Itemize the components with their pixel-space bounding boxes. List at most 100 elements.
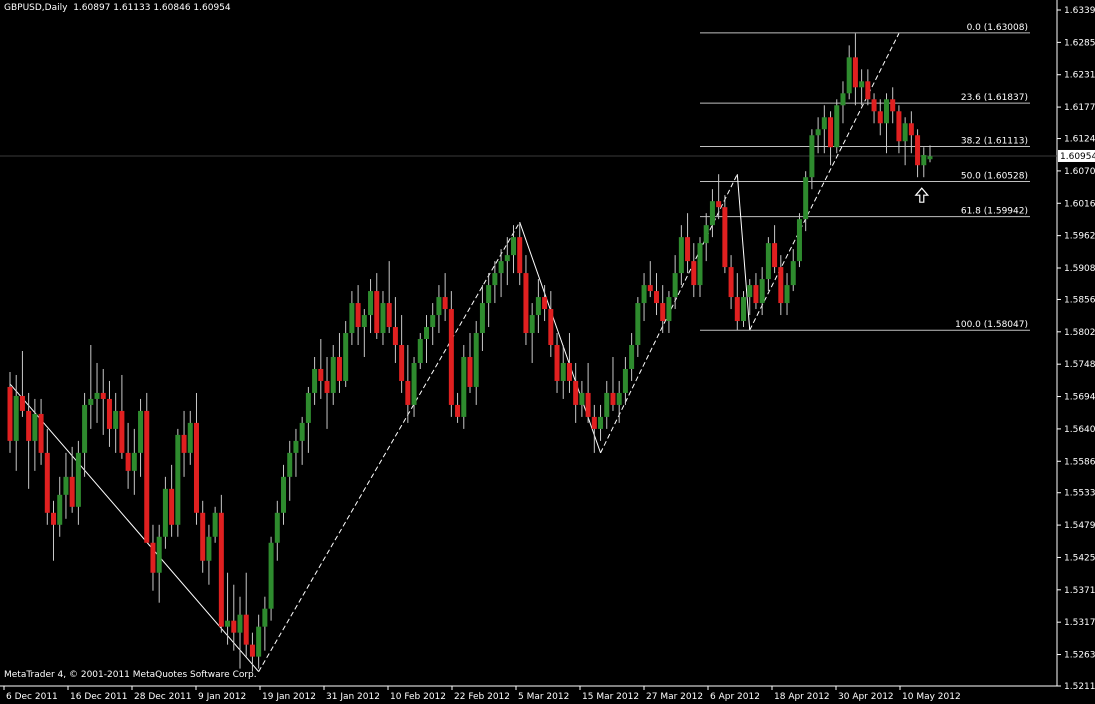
candle-body — [212, 512, 218, 537]
y-tick-label: 1.58560 — [1064, 295, 1095, 305]
candle-body — [430, 315, 436, 328]
candle-body — [231, 620, 237, 633]
candle-body — [249, 644, 255, 657]
candle-body — [461, 356, 467, 417]
candlestick-chart[interactable]: 1.63390 1.62850 1.62310 1.61770 1.61245 1.607… — [0, 0, 1095, 704]
candle-body — [57, 494, 63, 525]
candle-body — [685, 237, 691, 262]
candle-body — [560, 362, 566, 381]
candle-body — [94, 392, 100, 399]
candle-body — [287, 452, 293, 477]
candle-body — [542, 297, 548, 310]
candle-body — [237, 614, 243, 633]
candle-body — [193, 422, 199, 513]
y-tick-label: 1.62850 — [1064, 38, 1095, 48]
y-tick-label: 1.63390 — [1064, 6, 1095, 16]
candle-body — [840, 93, 846, 106]
candle-body — [716, 201, 722, 208]
candle-body — [890, 99, 896, 112]
candle-body — [585, 392, 591, 417]
candle-body — [82, 404, 88, 453]
candle-body — [69, 476, 75, 507]
candle-body — [318, 368, 324, 381]
y-tick-label: 1.59085 — [1064, 264, 1095, 274]
candle-body — [144, 410, 150, 543]
candle-body — [573, 380, 579, 405]
candle-body — [610, 392, 616, 405]
candle-body — [243, 614, 249, 645]
y-tick-label: 1.56940 — [1064, 393, 1095, 403]
candle-body — [598, 416, 604, 429]
x-tick-label: 6 Dec 2011 — [6, 692, 58, 702]
candle-body — [741, 297, 747, 322]
candle-body — [591, 416, 597, 429]
candle-body — [293, 440, 299, 453]
candle-body — [113, 410, 119, 429]
candle-body — [747, 285, 753, 298]
candle-body — [734, 297, 740, 322]
candle-body — [635, 303, 641, 346]
y-tick-label: 1.55335 — [1064, 489, 1095, 499]
candle-body — [566, 362, 572, 381]
y-tick-label: 1.54255 — [1064, 553, 1095, 563]
candle-body — [709, 201, 715, 226]
candle-body — [871, 99, 877, 112]
candle-body — [772, 243, 778, 268]
candle-body — [678, 237, 684, 274]
y-tick-label: 1.59625 — [1064, 232, 1095, 242]
candle-body — [218, 512, 224, 627]
candle-body — [548, 309, 554, 346]
candle-body — [784, 285, 790, 304]
candle-body — [834, 105, 840, 148]
candle-body — [660, 303, 666, 322]
candle-body — [492, 273, 498, 286]
candle-body — [349, 303, 355, 334]
current-price-label: 1.60954 — [1060, 152, 1095, 162]
y-tick-label: 1.53175 — [1064, 618, 1095, 628]
candle-body — [274, 512, 280, 543]
candle-body — [473, 333, 479, 387]
up-arrow-icon — [914, 187, 930, 203]
candle-body — [479, 303, 485, 334]
candle-body — [554, 345, 560, 381]
candle-body — [442, 297, 448, 310]
candle-body — [511, 237, 517, 256]
candle-body — [498, 261, 504, 274]
candle-body — [169, 488, 175, 525]
candle-body — [417, 339, 423, 363]
candle-body — [324, 380, 330, 393]
fib-level-label: 50.0 (1.60528) — [961, 172, 1028, 182]
candle-body — [106, 398, 112, 429]
candle-body — [374, 291, 380, 334]
candle-body — [368, 291, 374, 316]
candle-body — [883, 99, 889, 124]
y-tick-label: 1.58020 — [1064, 328, 1095, 338]
x-tick-label: 30 Apr 2012 — [838, 692, 894, 702]
candle-body — [535, 297, 541, 316]
candle-body — [436, 297, 442, 316]
candle-body — [423, 327, 429, 340]
candle-body — [19, 395, 25, 411]
candle-body — [355, 303, 361, 328]
y-tick-label: 1.60705 — [1064, 167, 1095, 177]
candle-body — [821, 117, 827, 130]
candle-body — [399, 345, 405, 381]
candle-body — [846, 57, 852, 94]
candle-body — [908, 123, 914, 136]
candle-body — [616, 392, 622, 405]
candle-body — [119, 410, 125, 453]
x-tick-label: 9 Jan 2012 — [198, 692, 246, 702]
candle-body — [815, 129, 821, 136]
candle-body — [803, 177, 809, 220]
candle-body — [796, 219, 802, 262]
x-tick-label: 18 Apr 2012 — [774, 692, 830, 702]
candle-body — [604, 392, 610, 417]
candle-body — [809, 135, 815, 178]
candle-body — [44, 452, 50, 513]
candle-body — [405, 380, 411, 405]
candle-body — [150, 542, 156, 573]
candle-body — [175, 434, 181, 525]
candle-body — [529, 315, 535, 334]
candle-body — [312, 368, 318, 393]
candle-body — [902, 123, 908, 142]
